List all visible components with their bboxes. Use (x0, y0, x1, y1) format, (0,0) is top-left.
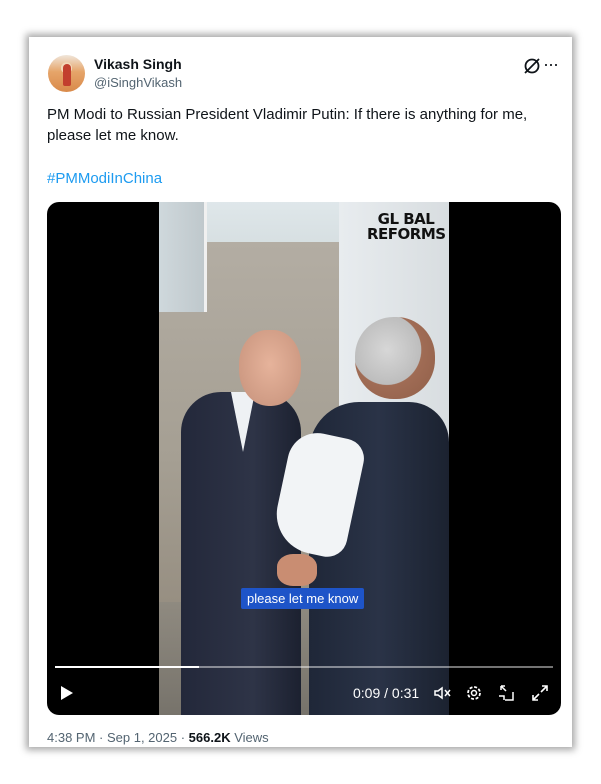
progress-fill (55, 666, 200, 668)
grok-icon[interactable] (522, 56, 542, 76)
more-icon[interactable]: ··· (543, 54, 559, 75)
video-player[interactable]: GL BAL REFORMS please let me know 0:09 /… (47, 202, 561, 715)
video-watermark-logo: GL BAL REFORMS (367, 210, 446, 243)
views-label: Views (234, 730, 269, 745)
views-count: 566.2K (188, 730, 231, 745)
tweet-meta: 4:38 PM · Sep 1, 2025 · 566.2K Views (47, 730, 269, 745)
tweet-card: Vikash Singh @iSinghVikash ··· PM Modi t… (29, 37, 572, 747)
hashtag-link[interactable]: #PMModiInChina (47, 170, 162, 187)
play-icon[interactable] (61, 686, 73, 700)
tweet-text: PM Modi to Russian President Vladimir Pu… (47, 106, 528, 144)
time-display: 0:09 / 0:31 (353, 685, 420, 701)
settings-icon[interactable] (465, 684, 483, 702)
timestamp[interactable]: 4:38 PM · Sep 1, 2025 (47, 730, 177, 745)
video-frame: GL BAL REFORMS (159, 202, 449, 715)
video-caption: please let me know (241, 588, 365, 609)
progress-bar[interactable] (55, 666, 553, 668)
mute-icon[interactable] (433, 684, 451, 702)
fullscreen-icon[interactable] (531, 684, 549, 702)
pip-icon[interactable] (498, 684, 516, 702)
author-handle[interactable]: @iSinghVikash (94, 75, 182, 90)
avatar[interactable] (48, 55, 85, 92)
author-name[interactable]: Vikash Singh (94, 56, 182, 72)
